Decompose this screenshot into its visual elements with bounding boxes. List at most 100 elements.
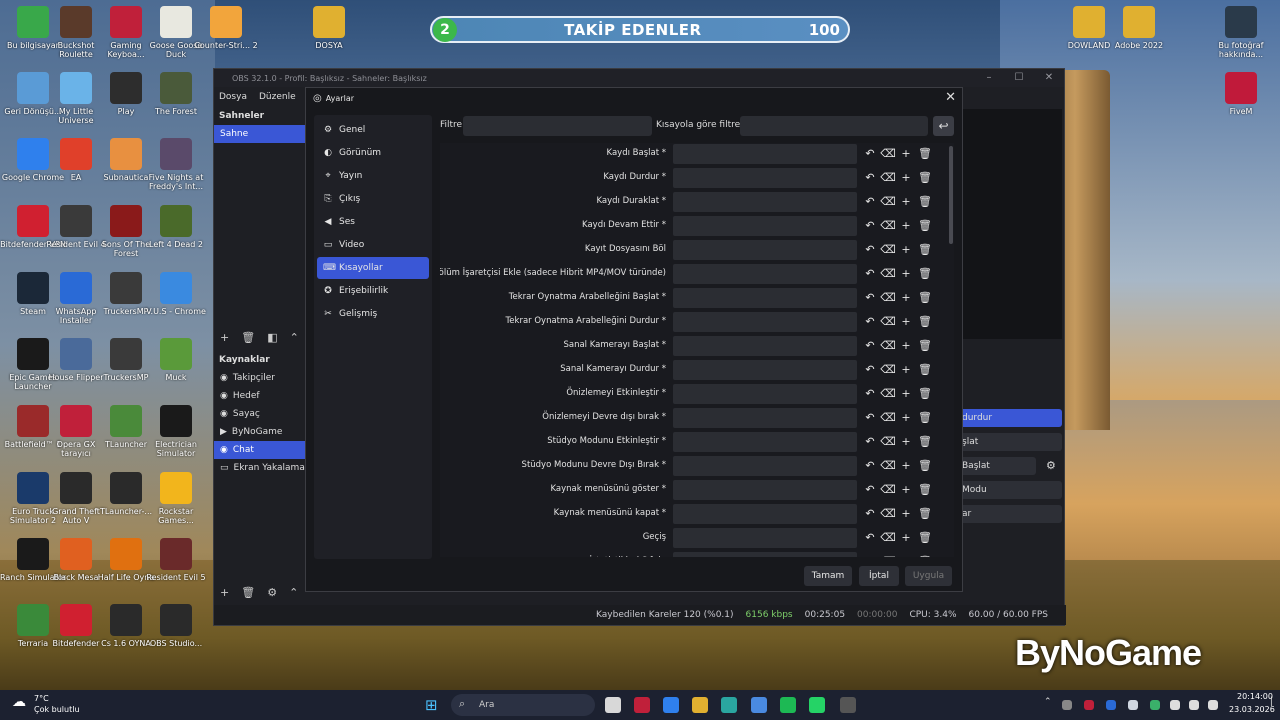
- move-up-icon[interactable]: ⌃: [289, 586, 298, 599]
- hotkey-input[interactable]: [673, 360, 857, 380]
- remove-source-icon[interactable]: 🗑: [241, 586, 255, 599]
- source-settings-icon[interactable]: ⚙: [267, 586, 277, 599]
- desktop-icon[interactable]: The Forest: [143, 72, 209, 116]
- file-explorer-icon[interactable]: [605, 697, 621, 713]
- desktop-icon[interactable]: DOSYA: [296, 6, 362, 50]
- revert-icon[interactable]: ↶: [862, 337, 878, 355]
- bynogame-tray-icon[interactable]: [1062, 700, 1072, 710]
- clear-icon[interactable]: ⌫: [880, 193, 896, 211]
- revert-icon[interactable]: ↶: [862, 217, 878, 235]
- add-icon[interactable]: +: [898, 361, 914, 379]
- revert-icon[interactable]: ↶: [862, 433, 878, 451]
- close-icon[interactable]: ✕: [1034, 69, 1064, 87]
- hotkey-input[interactable]: [673, 264, 857, 284]
- store-icon[interactable]: [751, 697, 767, 713]
- desktop-icon[interactable]: Adobe 2022: [1106, 6, 1172, 50]
- virtualcam-settings-icon[interactable]: ⚙: [1046, 459, 1056, 472]
- delete-icon[interactable]: 🗑: [917, 529, 933, 547]
- hotkey-input[interactable]: [673, 480, 857, 500]
- clear-icon[interactable]: ⌫: [880, 361, 896, 379]
- scene-filter-icon[interactable]: ◧: [267, 331, 277, 344]
- add-icon[interactable]: +: [898, 457, 914, 475]
- clear-icon[interactable]: ⌫: [880, 241, 896, 259]
- weather-icon[interactable]: ☁: [12, 694, 26, 710]
- hotkey-input[interactable]: [673, 240, 857, 260]
- revert-icon[interactable]: ↶: [862, 457, 878, 475]
- clear-icon[interactable]: ⌫: [880, 169, 896, 187]
- hotkey-input[interactable]: [673, 456, 857, 476]
- desktop-icon[interactable]: Resident Evil 5: [143, 538, 209, 582]
- maximize-icon[interactable]: ☐: [1004, 69, 1034, 87]
- clear-icon[interactable]: ⌫: [880, 457, 896, 475]
- add-scene-icon[interactable]: +: [220, 331, 229, 344]
- hotkey-input[interactable]: [673, 192, 857, 212]
- revert-icon[interactable]: ↶: [862, 385, 878, 403]
- clear-icon[interactable]: ⌫: [880, 265, 896, 283]
- delete-icon[interactable]: 🗑: [917, 313, 933, 331]
- menu-dosya[interactable]: Dosya: [219, 92, 247, 102]
- hotkey-input[interactable]: [673, 144, 857, 164]
- revert-icon[interactable]: ↶: [862, 553, 878, 557]
- hotkey-input[interactable]: [673, 552, 857, 557]
- settings-button[interactable]: ar: [958, 505, 1062, 523]
- add-source-icon[interactable]: +: [220, 586, 229, 599]
- desktop-icon[interactable]: V.U.S - Chrome: [143, 272, 209, 316]
- desktop-icon[interactable]: Electrician Simulator: [143, 405, 209, 458]
- desktop-icon[interactable]: Counter-Stri... 2: [193, 6, 259, 50]
- hotkey-filter-input[interactable]: [740, 116, 928, 136]
- revert-icon[interactable]: ↶: [862, 145, 878, 163]
- whatsapp-icon[interactable]: [809, 697, 825, 713]
- add-icon[interactable]: +: [898, 145, 914, 163]
- hotkey-input[interactable]: [673, 288, 857, 308]
- source-item[interactable]: ▶ ByNoGame: [214, 423, 306, 441]
- revert-icon[interactable]: ↶: [862, 169, 878, 187]
- source-item[interactable]: ◉ Sayaç: [214, 405, 306, 423]
- ok-button[interactable]: Tamam: [804, 566, 852, 586]
- revert-icon[interactable]: ↶: [862, 505, 878, 523]
- desktop-icon[interactable]: FiveM: [1208, 72, 1274, 116]
- source-item[interactable]: ◉ Chat: [214, 441, 306, 459]
- studio-mode-button[interactable]: Modu: [958, 481, 1062, 499]
- add-icon[interactable]: +: [898, 553, 914, 557]
- add-icon[interactable]: +: [898, 193, 914, 211]
- clear-icon[interactable]: ⌫: [880, 553, 896, 557]
- sidebar-item-palette[interactable]: ◐ Görünüm: [317, 142, 429, 164]
- start-virtualcam-button[interactable]: Başlat: [958, 457, 1036, 475]
- sidebar-item-keyboard[interactable]: ⌨ Kısayollar: [317, 257, 429, 279]
- clear-icon[interactable]: ⌫: [880, 217, 896, 235]
- add-icon[interactable]: +: [898, 505, 914, 523]
- move-up-icon[interactable]: ⌃: [290, 331, 299, 344]
- source-item[interactable]: ◉ Hedef: [214, 387, 306, 405]
- sidebar-item-gear[interactable]: ⚙ Genel: [317, 119, 429, 141]
- delete-icon[interactable]: 🗑: [917, 385, 933, 403]
- delete-icon[interactable]: 🗑: [917, 457, 933, 475]
- clear-icon[interactable]: ⌫: [880, 385, 896, 403]
- chrome-icon[interactable]: [663, 697, 679, 713]
- security-tray-icon[interactable]: [1106, 700, 1116, 710]
- hotkey-input[interactable]: [673, 504, 857, 524]
- spotify-icon[interactable]: [780, 697, 796, 713]
- add-icon[interactable]: +: [898, 313, 914, 331]
- clear-icon[interactable]: ⌫: [880, 409, 896, 427]
- hotkey-input[interactable]: [673, 408, 857, 428]
- desktop-icon[interactable]: OBS Studio...: [143, 604, 209, 648]
- start-recording-button[interactable]: şlat: [958, 433, 1062, 451]
- sidebar-item-output[interactable]: ⎘ Çıkış: [317, 188, 429, 210]
- delete-icon[interactable]: 🗑: [917, 169, 933, 187]
- sidebar-item-tools[interactable]: ✂ Gelişmiş: [317, 303, 429, 325]
- folder-icon[interactable]: [692, 697, 708, 713]
- remove-scene-icon[interactable]: 🗑: [241, 331, 255, 344]
- hotkey-input[interactable]: [673, 432, 857, 452]
- hotkey-input[interactable]: [673, 528, 857, 548]
- filter-input[interactable]: [463, 116, 652, 136]
- desktop-icon[interactable]: Five Nights at Freddy's Int...: [143, 138, 209, 191]
- chevron-up-icon[interactable]: ⌃: [1044, 697, 1052, 707]
- revert-icon[interactable]: ↶: [862, 529, 878, 547]
- source-item[interactable]: ◉ Takipçiler: [214, 369, 306, 387]
- delete-icon[interactable]: 🗑: [917, 217, 933, 235]
- add-icon[interactable]: +: [898, 289, 914, 307]
- delete-icon[interactable]: 🗑: [917, 361, 933, 379]
- apply-button[interactable]: Uygula: [905, 566, 952, 586]
- delete-icon[interactable]: 🗑: [917, 289, 933, 307]
- revert-icon[interactable]: ↶: [862, 265, 878, 283]
